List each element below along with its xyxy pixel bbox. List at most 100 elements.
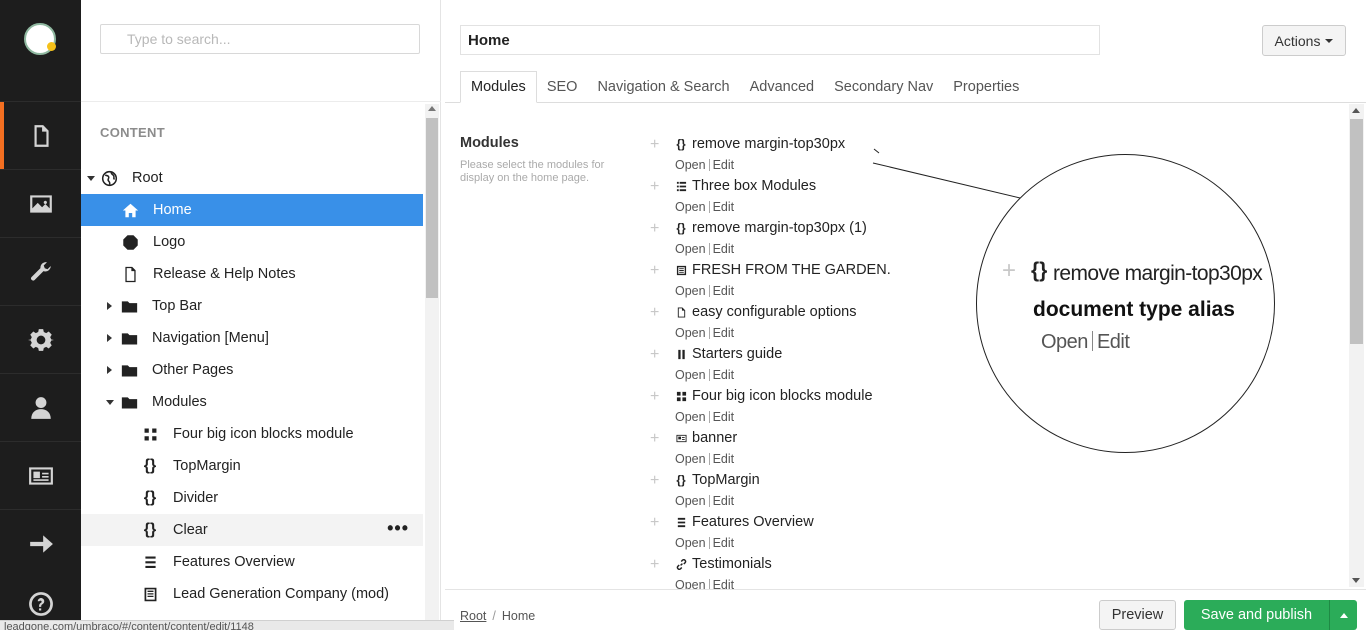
- scroll-up-icon[interactable]: [1352, 108, 1360, 113]
- breadcrumb-root-link[interactable]: Root: [460, 609, 486, 623]
- module-name: Testimonials: [692, 556, 772, 572]
- edit-link[interactable]: Edit: [713, 284, 735, 298]
- drag-handle-icon[interactable]: +: [650, 515, 659, 531]
- section-members[interactable]: [0, 441, 81, 509]
- arrow-right-icon: [29, 534, 53, 553]
- tree-node-label: Top Bar: [152, 298, 202, 314]
- open-link[interactable]: Open: [675, 536, 706, 550]
- tree-node-home[interactable]: Home: [81, 194, 423, 226]
- tree-node-logo[interactable]: Logo: [81, 226, 423, 258]
- node-name-input[interactable]: [460, 25, 1100, 55]
- open-link[interactable]: Open: [675, 326, 706, 340]
- tree-scrollbar-thumb[interactable]: [426, 118, 438, 298]
- open-link[interactable]: Open: [675, 494, 706, 508]
- tree-node-label: Other Pages: [152, 362, 234, 378]
- drag-handle-icon[interactable]: +: [650, 221, 659, 237]
- edit-link[interactable]: Edit: [713, 410, 735, 424]
- scroll-up-icon[interactable]: [428, 106, 436, 111]
- edit-link[interactable]: Edit: [713, 242, 735, 256]
- tree-scrollbar[interactable]: [425, 104, 439, 624]
- tab-navigation-search[interactable]: Navigation & Search: [587, 71, 739, 103]
- section-media[interactable]: [0, 169, 81, 237]
- section-rail: [0, 0, 81, 630]
- expand-caret-icon[interactable]: [107, 302, 112, 310]
- tree-node-label: TopMargin: [173, 458, 241, 474]
- section-forms[interactable]: [0, 509, 81, 577]
- editor-scrollbar-thumb[interactable]: [1350, 119, 1363, 344]
- tree-node-release-notes[interactable]: Release & Help Notes: [81, 258, 423, 290]
- callout-module-name: remove margin-top30px: [1053, 262, 1263, 285]
- edit-link[interactable]: Edit: [713, 494, 735, 508]
- open-link[interactable]: Open: [675, 200, 706, 214]
- tree-node-lead-generation[interactable]: Lead Generation Company (mod): [81, 578, 423, 610]
- collapse-caret-icon[interactable]: [87, 176, 95, 181]
- tree-search-input[interactable]: [100, 24, 420, 54]
- section-users[interactable]: [0, 373, 81, 441]
- drag-handle-icon[interactable]: +: [650, 347, 659, 363]
- publish-options-button[interactable]: [1329, 600, 1357, 630]
- module-name: remove margin-top30px: [692, 136, 846, 152]
- open-link[interactable]: Open: [675, 242, 706, 256]
- tree-node-topmargin[interactable]: {} TopMargin: [81, 450, 423, 482]
- drag-handle-icon[interactable]: +: [650, 305, 659, 321]
- drag-handle-icon[interactable]: +: [650, 431, 659, 447]
- tab-advanced[interactable]: Advanced: [740, 71, 825, 103]
- tab-secondary-nav[interactable]: Secondary Nav: [824, 71, 943, 103]
- drag-handle-icon[interactable]: +: [650, 179, 659, 195]
- braces-icon: {}: [676, 137, 686, 151]
- collapse-caret-icon[interactable]: [106, 400, 114, 405]
- tree-node-top-bar[interactable]: Top Bar: [81, 290, 423, 322]
- module-name: FRESH FROM THE GARDEN.: [692, 262, 891, 278]
- open-link[interactable]: Open: [675, 452, 706, 466]
- scroll-down-icon[interactable]: [1352, 578, 1360, 583]
- edit-link[interactable]: Edit: [713, 536, 735, 550]
- preview-button[interactable]: Preview: [1099, 600, 1176, 630]
- edit-link[interactable]: Edit: [713, 368, 735, 382]
- editor-footer: Root / Home Preview Save and publish: [445, 589, 1366, 630]
- drag-handle-icon[interactable]: +: [650, 137, 659, 153]
- editor-scrollbar[interactable]: [1349, 104, 1364, 587]
- wrench-icon: [30, 261, 51, 281]
- tree-node-label: Modules: [152, 394, 207, 410]
- open-link[interactable]: Open: [675, 578, 706, 589]
- tree-node-four-big-icon-blocks[interactable]: Four big icon blocks module: [81, 418, 423, 450]
- braces-icon: {}: [1031, 259, 1048, 282]
- save-and-publish-button[interactable]: Save and publish: [1184, 600, 1329, 630]
- section-settings[interactable]: [0, 305, 81, 373]
- actions-button[interactable]: Actions: [1262, 25, 1346, 56]
- edit-link[interactable]: Edit: [713, 158, 735, 172]
- tree-node-other-pages[interactable]: Other Pages: [81, 354, 423, 386]
- module-item: + {} remove margin-top30px (1) Open Edit: [650, 220, 970, 262]
- tree-node-features-overview[interactable]: Features Overview: [81, 546, 423, 578]
- tab-properties[interactable]: Properties: [943, 71, 1029, 103]
- tree-node-divider[interactable]: {} Divider: [81, 482, 423, 514]
- node-actions-menu-icon[interactable]: •••: [387, 519, 409, 537]
- edit-link[interactable]: Edit: [713, 452, 735, 466]
- open-link[interactable]: Open: [675, 158, 706, 172]
- tree-node-modules[interactable]: Modules: [81, 386, 423, 418]
- drag-handle-icon[interactable]: +: [650, 473, 659, 489]
- section-settings-tools[interactable]: [0, 237, 81, 305]
- edit-link[interactable]: Edit: [713, 200, 735, 214]
- drag-handle-icon[interactable]: +: [650, 263, 659, 279]
- expand-caret-icon[interactable]: [107, 366, 112, 374]
- open-link[interactable]: Open: [675, 368, 706, 382]
- tree-node-clear[interactable]: {} Clear •••: [81, 514, 423, 546]
- drag-handle-icon[interactable]: +: [650, 557, 659, 573]
- tree-node-root[interactable]: Root: [81, 162, 423, 194]
- folder-icon: [119, 392, 139, 412]
- open-link[interactable]: Open: [675, 284, 706, 298]
- edit-link[interactable]: Edit: [713, 578, 735, 589]
- module-item: + {} TopMargin Open Edit: [650, 472, 970, 514]
- gear-icon: [27, 328, 54, 351]
- expand-caret-icon[interactable]: [107, 334, 112, 342]
- umbraco-logo-icon[interactable]: [24, 23, 56, 55]
- open-link[interactable]: Open: [675, 410, 706, 424]
- drag-handle-icon[interactable]: +: [650, 389, 659, 405]
- tab-modules[interactable]: Modules: [460, 71, 537, 103]
- editor-tabs: Modules SEO Navigation & Search Advanced…: [460, 71, 1029, 103]
- edit-link[interactable]: Edit: [713, 326, 735, 340]
- tree-node-navigation-menu[interactable]: Navigation [Menu]: [81, 322, 423, 354]
- tab-seo[interactable]: SEO: [537, 71, 588, 103]
- section-content[interactable]: [0, 101, 81, 169]
